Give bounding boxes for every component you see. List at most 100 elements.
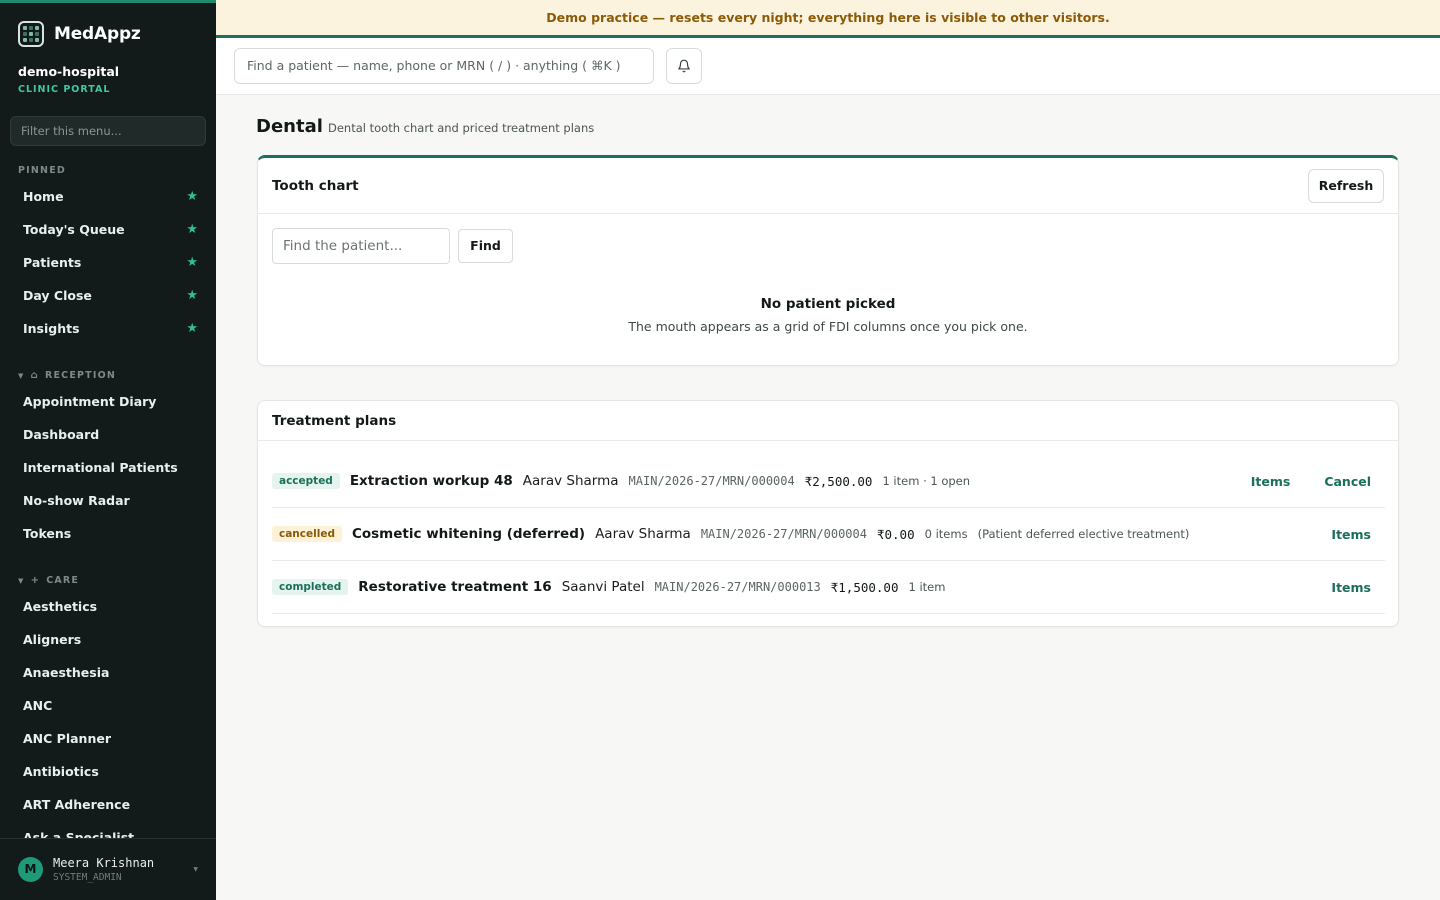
sidebar-item-appointment-diary[interactable]: Appointment Diary [10, 387, 206, 417]
empty-state-message: The mouth appears as a grid of FDI colum… [628, 319, 1028, 334]
sidebar-item-dashboard[interactable]: Dashboard [10, 420, 206, 450]
status-badge: accepted [272, 473, 340, 489]
plan-amount: ₹1,500.00 [830, 579, 899, 595]
plan-patient: Saanvi Patel [561, 579, 645, 595]
sidebar-item-art-adherence[interactable]: ART Adherence [10, 790, 206, 820]
plan-title: Extraction workup 48 [349, 473, 513, 489]
brand-logo-icon [18, 21, 44, 47]
plan-item-count: 1 item · 1 open [882, 474, 971, 488]
treatment-plan-row[interactable]: accepted Extraction workup 48 Aarav Shar… [272, 455, 1385, 508]
sidebar-item-label: Today's Queue [23, 222, 125, 237]
sidebar-item-label: Aesthetics [23, 599, 98, 614]
sidebar-item-label: Antibiotics [23, 764, 99, 779]
star-icon[interactable]: ★ [186, 248, 198, 278]
plan-patient: Aarav Sharma [595, 526, 691, 542]
cancel-button[interactable]: Cancel [1324, 474, 1371, 489]
chevron-down-icon: ▼ [193, 866, 198, 873]
empty-state-title: No patient picked [760, 296, 896, 312]
sidebar-item-anc[interactable]: ANC [10, 691, 206, 721]
user-role: SYSTEM_ADMIN [53, 872, 122, 883]
sidebar: MedAppz demo-hospital CLINIC PORTAL Filt… [0, 0, 216, 900]
chevron-down-icon: ▼ [18, 371, 25, 380]
plan-actions: Items [1331, 580, 1385, 595]
home-icon: ⌂ [30, 370, 39, 381]
sidebar-item-insights[interactable]: Insights ★ [10, 314, 206, 344]
page-subtitle: Dental tooth chart and priced treatment … [328, 121, 595, 135]
pinned-section-label: PINNED [18, 165, 66, 176]
items-button[interactable]: Items [1251, 474, 1291, 489]
sidebar-item-anc-planner[interactable]: ANC Planner [10, 724, 206, 754]
treatment-plans-title: Treatment plans [272, 413, 397, 429]
items-button[interactable]: Items [1331, 527, 1371, 542]
care-label: CARE [46, 575, 80, 586]
star-icon[interactable]: ★ [186, 215, 198, 245]
plan-note: (Patient deferred elective treatment) [977, 527, 1190, 541]
find-patient-input[interactable]: Find the patient... [272, 228, 450, 264]
treatment-plan-row[interactable]: completed Restorative treatment 16 Saanv… [272, 561, 1385, 614]
sidebar-item-label: Dashboard [23, 427, 100, 442]
treatment-plans-header: Treatment plans [258, 401, 1398, 441]
tooth-chart-header: Tooth chart Refresh [258, 158, 1398, 214]
plan-actions: Items [1331, 527, 1385, 542]
user-menu[interactable]: M Meera Krishnan SYSTEM_ADMIN ▼ [0, 838, 216, 900]
sidebar-item-patients[interactable]: Patients ★ [10, 248, 206, 278]
plan-patient: Aarav Sharma [522, 473, 619, 489]
treatment-plans-card: Treatment plans accepted Extraction work… [257, 400, 1399, 627]
reception-label: RECEPTION [44, 370, 117, 381]
plan-title: Cosmetic whitening (deferred) [351, 526, 586, 542]
sidebar-item-label: International Patients [23, 460, 178, 475]
notifications-button[interactable] [666, 48, 702, 84]
sidebar-item-label: Day Close [23, 288, 92, 303]
status-badge: completed [272, 579, 349, 595]
refresh-button[interactable]: Refresh [1308, 169, 1384, 203]
sidebar-item-label: Patients [23, 255, 82, 270]
sidebar-item-anaesthesia[interactable]: Anaesthesia [10, 658, 206, 688]
plan-actions: Items Cancel [1251, 474, 1385, 489]
sidebar-item-label: Insights [23, 321, 80, 336]
sidebar-item-label: ART Adherence [23, 797, 131, 812]
star-icon[interactable]: ★ [186, 182, 198, 212]
care-section-toggle[interactable]: ▼ + CARE [18, 575, 79, 586]
patient-search-input[interactable]: Find a patient — name, phone or MRN ( / … [234, 48, 654, 84]
sidebar-item-day-close[interactable]: Day Close ★ [10, 281, 206, 311]
sidebar-item-aesthetics[interactable]: Aesthetics [10, 592, 206, 622]
sidebar-item-todays-queue[interactable]: Today's Queue ★ [10, 215, 206, 245]
plan-mrn: MAIN/2026-27/MRN/000004 [628, 474, 795, 488]
sidebar-item-label: No-show Radar [23, 493, 130, 508]
reception-section-toggle[interactable]: ▼ ⌂ RECEPTION [18, 370, 116, 381]
treatment-plan-row[interactable]: cancelled Cosmetic whitening (deferred) … [272, 508, 1385, 561]
sidebar-item-no-show-radar[interactable]: No-show Radar [10, 486, 206, 516]
plan-mrn: MAIN/2026-27/MRN/000004 [700, 527, 867, 541]
pinned-label: PINNED [18, 165, 66, 176]
menu-filter-input[interactable]: Filter this menu... [10, 116, 206, 146]
plan-amount: ₹2,500.00 [804, 473, 873, 489]
brand-name: MedAppz [54, 24, 141, 44]
find-button[interactable]: Find [458, 229, 513, 263]
plan-mrn: MAIN/2026-27/MRN/000013 [654, 580, 821, 594]
chevron-down-icon: ▼ [18, 576, 25, 585]
star-icon[interactable]: ★ [186, 314, 198, 344]
plus-icon: + [30, 575, 41, 586]
tenant-subtitle: CLINIC PORTAL [18, 84, 111, 95]
status-badge: cancelled [272, 526, 342, 542]
plan-title: Restorative treatment 16 [358, 579, 552, 595]
items-button[interactable]: Items [1331, 580, 1371, 595]
sidebar-item-label: Appointment Diary [23, 394, 157, 409]
tenant-name: demo-hospital [18, 64, 120, 79]
tooth-chart-card: Tooth chart Refresh Find the patient... … [257, 155, 1399, 366]
sidebar-item-aligners[interactable]: Aligners [10, 625, 206, 655]
star-icon[interactable]: ★ [186, 281, 198, 311]
sidebar-item-label: Aligners [23, 632, 82, 647]
sidebar-item-antibiotics[interactable]: Antibiotics [10, 757, 206, 787]
brand[interactable]: MedAppz [18, 21, 141, 47]
sidebar-item-tokens[interactable]: Tokens [10, 519, 206, 549]
demo-banner: Demo practice — resets every night; ever… [216, 0, 1440, 38]
bell-icon [678, 59, 690, 73]
avatar: M [18, 857, 43, 882]
sidebar-item-label: ANC [23, 698, 53, 713]
topbar: Find a patient — name, phone or MRN ( / … [216, 38, 1440, 95]
sidebar-item-home[interactable]: Home ★ [10, 182, 206, 212]
sidebar-item-international-patients[interactable]: International Patients [10, 453, 206, 483]
sidebar-item-label: Anaesthesia [23, 665, 110, 680]
page-title: Dental [256, 116, 323, 137]
